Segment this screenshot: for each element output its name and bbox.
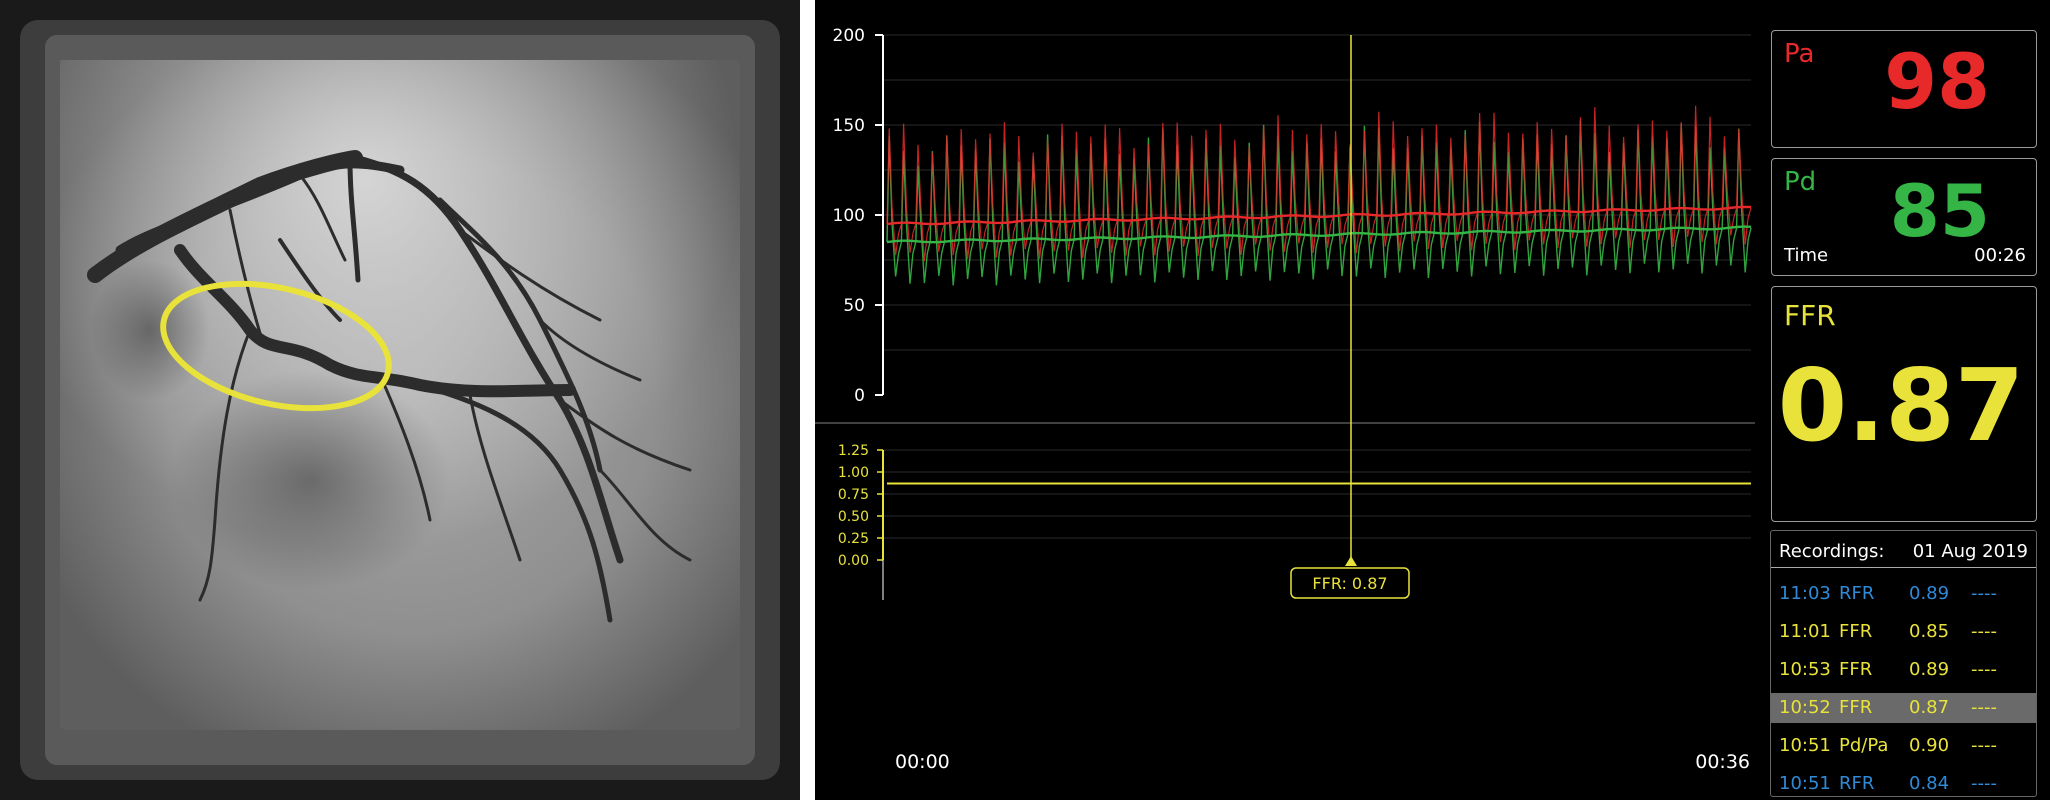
pa-value: 98 — [1884, 37, 1990, 126]
pressure-tick-label: 0 — [854, 386, 865, 406]
recording-value: 0.90 — [1909, 735, 1950, 756]
recording-row[interactable]: 11:01 FFR 0.85 ---- — [1771, 617, 2036, 647]
recording-time: 11:03 — [1779, 583, 1831, 604]
recording-value: 0.84 — [1909, 773, 1950, 794]
angiogram-image — [0, 0, 800, 800]
ratio-tick-label: 0.25 — [838, 531, 869, 547]
recording-row[interactable]: 10:52 FFR 0.87 ---- — [1771, 693, 2036, 723]
recordings-header: Recordings: 01 Aug 2019 — [1771, 537, 2036, 568]
angiogram-graphic — [0, 0, 800, 800]
recording-flag: ---- — [1971, 735, 1997, 756]
ratio-y-axis: 1.25 1.00 0.75 0.50 0.25 0.00 — [838, 443, 884, 569]
time-axis-end: 00:36 — [1695, 751, 1750, 773]
time-cursor: FFR: 0.87 — [882, 35, 1410, 600]
recording-flag: ---- — [1971, 621, 1997, 642]
pressure-tick-label: 50 — [843, 296, 865, 316]
grid-lines — [815, 34, 1755, 539]
recording-type: RFR — [1839, 773, 1875, 794]
recording-row[interactable]: 10:51 Pd/Pa 0.90 ---- — [1771, 731, 2036, 761]
ratio-tick-label: 1.00 — [838, 465, 869, 481]
recording-type: RFR — [1839, 583, 1875, 604]
recording-row[interactable]: 11:03 RFR 0.89 ---- — [1771, 579, 2036, 609]
pd-panel: Pd 85 Time 00:26 — [1771, 158, 2037, 276]
ratio-tick-label: 0.50 — [838, 509, 869, 525]
recording-flag: ---- — [1971, 659, 1997, 680]
time-label: Time — [1784, 245, 1829, 266]
ffr-value: 0.87 — [1777, 347, 2025, 464]
recording-time: 10:53 — [1779, 659, 1831, 680]
pa-panel: Pa 98 — [1771, 30, 2037, 148]
recording-time: 11:01 — [1779, 621, 1831, 642]
recording-row[interactable]: 10:51 RFR 0.84 ---- — [1771, 769, 2036, 799]
pd-value: 85 — [1889, 169, 1990, 253]
recording-flag: ---- — [1971, 583, 1997, 604]
recording-value: 0.85 — [1909, 621, 1950, 642]
ratio-tick-label: 0.00 — [838, 553, 869, 569]
time-value: 00:26 — [1974, 245, 2026, 266]
cursor-marker — [1345, 556, 1357, 566]
recordings-header-label: Recordings: — [1779, 541, 1885, 562]
pd-label: Pd — [1784, 167, 1817, 197]
cursor-label: FFR: 0.87 — [1312, 574, 1387, 593]
pressure-traces — [886, 105, 1752, 286]
recording-type: FFR — [1839, 697, 1873, 718]
recordings-header-date: 01 Aug 2019 — [1912, 541, 2028, 562]
recording-value: 0.89 — [1909, 583, 1950, 604]
pressure-tick-label: 150 — [833, 116, 865, 136]
recording-type: Pd/Pa — [1839, 735, 1889, 756]
recording-value: 0.87 — [1909, 697, 1950, 718]
pa-label: Pa — [1784, 39, 1815, 69]
ffr-label: FFR — [1784, 299, 1836, 332]
recording-time: 10:52 — [1779, 697, 1831, 718]
pressure-y-axis: 200 150 100 50 0 — [833, 26, 884, 406]
recording-flag: ---- — [1971, 697, 1997, 718]
recordings-panel: Recordings: 01 Aug 2019 11:03 RFR 0.89 ----… — [1770, 530, 2037, 797]
recording-flag: ---- — [1971, 773, 1997, 794]
ffr-panel: FFR 0.87 — [1771, 286, 2037, 522]
recording-value: 0.89 — [1909, 659, 1950, 680]
pressure-tick-label: 100 — [833, 206, 865, 226]
time-axis-start: 00:00 — [895, 751, 950, 773]
ratio-tick-label: 0.75 — [838, 487, 869, 503]
ratio-tick-label: 1.25 — [838, 443, 869, 459]
recording-type: FFR — [1839, 621, 1873, 642]
recording-time: 10:51 — [1779, 773, 1831, 794]
recording-type: FFR — [1839, 659, 1873, 680]
recording-row[interactable]: 10:53 FFR 0.89 ---- — [1771, 655, 2036, 685]
pressure-tick-label: 200 — [833, 26, 865, 46]
pressure-monitor: 200 150 100 50 0 1.25 1.00 0.75 0.50 0.25 0.00 FF… — [815, 0, 2050, 800]
recording-time: 10:51 — [1779, 735, 1831, 756]
